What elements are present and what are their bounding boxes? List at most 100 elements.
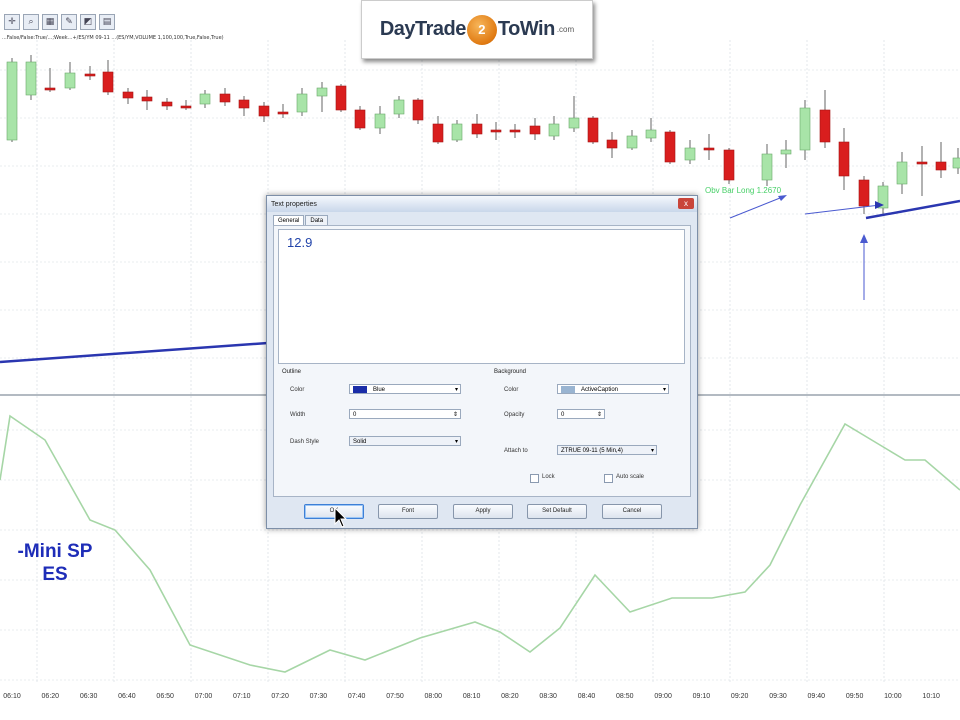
time-axis-tick: 09:00 xyxy=(654,693,672,700)
opacity-stepper[interactable]: 0 ⇕ xyxy=(557,409,605,419)
candle-down xyxy=(122,91,134,99)
candle-up xyxy=(761,153,773,181)
background-group-title: Background xyxy=(494,369,527,375)
candle-up xyxy=(374,113,386,129)
time-axis-tick: 07:10 xyxy=(233,693,251,700)
outline-color-label: Color xyxy=(290,387,305,393)
time-axis-tick: 07:20 xyxy=(271,693,289,700)
apply-button[interactable]: Apply xyxy=(453,504,513,519)
candle-down xyxy=(412,99,424,121)
candle-down xyxy=(606,139,618,149)
spinner-icon[interactable]: ⇕ xyxy=(453,410,458,420)
autoscale-checkbox[interactable] xyxy=(604,474,613,483)
dash-style-label: Dash Style xyxy=(290,439,320,445)
chevron-down-icon: ▾ xyxy=(662,387,666,393)
time-axis-tick: 08:20 xyxy=(501,693,519,700)
draw-icon[interactable]: ◩ xyxy=(80,14,96,30)
lock-label: Lock xyxy=(542,474,555,480)
outline-width-stepper[interactable]: 0 ⇕ xyxy=(349,409,461,419)
arrow-line-1 xyxy=(729,195,786,219)
candle-down xyxy=(141,96,153,102)
candle-down xyxy=(858,179,870,207)
autoscale-label: Auto scale xyxy=(616,474,645,480)
grid-icon[interactable]: ▦ xyxy=(42,14,58,30)
candle-down xyxy=(432,123,444,143)
candle-up xyxy=(64,72,76,89)
text-properties-dialog: Text properties x General Data 12.9 Outl… xyxy=(266,195,698,529)
signal-annotation[interactable]: Obv Bar Long 1.2670 xyxy=(705,186,781,195)
candle-down xyxy=(703,147,715,151)
trend-line-left xyxy=(0,341,269,364)
mouse-cursor-icon xyxy=(334,507,348,528)
chevron-down-icon: ▾ xyxy=(454,439,458,445)
spinner-icon[interactable]: ⇕ xyxy=(597,410,602,420)
chevron-down-icon: ▾ xyxy=(454,387,458,393)
outline-group-title: Outline xyxy=(282,369,302,375)
time-axis-tick: 08:10 xyxy=(462,693,481,700)
candle-down xyxy=(238,99,250,109)
candle-down xyxy=(471,123,483,135)
candle-up xyxy=(952,157,960,169)
crosshair-icon[interactable]: ✛ xyxy=(4,14,20,30)
dash-style-select[interactable]: Solid ▾ xyxy=(349,436,461,446)
candle-up xyxy=(25,61,37,96)
candle-up xyxy=(451,123,463,141)
background-color-label: Color xyxy=(504,387,519,393)
candle-up xyxy=(799,107,811,151)
chart-parameters: ...False/False:True/...;Week...+/ES/YM 0… xyxy=(2,35,224,41)
outline-color-select[interactable]: Blue ▾ xyxy=(349,384,461,394)
close-button[interactable]: x xyxy=(678,198,694,209)
zoom-icon[interactable]: ⌕ xyxy=(23,14,39,30)
candle-up xyxy=(6,61,18,141)
time-axis-tick: 07:00 xyxy=(194,693,213,700)
edit-icon[interactable]: ✎ xyxy=(61,14,77,30)
text-input[interactable]: 12.9 xyxy=(278,229,685,364)
candle-down xyxy=(587,117,599,143)
candle-up xyxy=(316,87,328,97)
font-button[interactable]: Font xyxy=(378,504,438,519)
candle-up xyxy=(780,149,792,155)
lock-checkbox[interactable] xyxy=(530,474,539,483)
time-axis-tick: 09:20 xyxy=(730,693,749,700)
time-axis: 06:10 06:20 06:30 06:40 06:50 07:00 07:10 07:20… xyxy=(0,682,960,720)
background-color-select[interactable]: ActiveCaption ▾ xyxy=(557,384,669,394)
properties-icon[interactable]: ▤ xyxy=(99,14,115,30)
time-axis-tick: 10:00 xyxy=(884,693,902,700)
candle-down xyxy=(102,71,114,93)
time-axis-tick: 06:30 xyxy=(79,693,98,700)
candle-down xyxy=(335,85,347,111)
cancel-button[interactable]: Cancel xyxy=(602,504,662,519)
attach-to-select[interactable]: ZTRUE 09-11 (5 Min,4) ▾ xyxy=(557,445,657,455)
arrow-head-up xyxy=(860,234,868,243)
time-axis-tick: 09:40 xyxy=(807,693,826,700)
opacity-label: Opacity xyxy=(504,412,525,418)
time-axis-tick: 09:50 xyxy=(845,693,864,700)
set-default-button[interactable]: Set Default xyxy=(527,504,587,519)
chart-toolbar: ✛ ⌕ ▦ ✎ ◩ ▤ xyxy=(0,12,134,32)
candle-up xyxy=(896,161,908,185)
candle-down xyxy=(354,109,366,129)
time-axis-tick: 07:50 xyxy=(386,693,404,700)
time-axis-tick: 06:10 xyxy=(3,693,21,700)
candle-up xyxy=(393,99,405,115)
logo-badge-icon: 2 xyxy=(466,14,497,45)
attach-to-label: Attach to xyxy=(504,448,528,454)
candle-down xyxy=(180,105,192,109)
candle-down xyxy=(219,93,231,103)
candle-up xyxy=(684,147,696,161)
candle-up xyxy=(626,135,638,149)
outline-width-label: Width xyxy=(290,412,306,418)
dialog-titlebar[interactable]: Text properties xyxy=(267,196,697,212)
time-axis-tick: 08:50 xyxy=(616,693,634,700)
candle-up xyxy=(645,129,657,139)
time-axis-tick: 06:20 xyxy=(41,693,60,700)
time-axis-tick: 10:10 xyxy=(922,693,940,700)
candle-down xyxy=(84,73,96,77)
candle-down xyxy=(490,129,502,133)
time-axis-tick: 07:40 xyxy=(347,693,366,700)
dialog-body: 12.9 Outline Color Blue ▾ Width 0 ⇕ Dash… xyxy=(273,225,691,497)
arrow-head-1 xyxy=(778,195,787,201)
candle-down xyxy=(916,161,928,165)
daytradetowin-logo: DayTrade 2 ToWin .com xyxy=(361,0,593,59)
time-axis-tick: 09:10 xyxy=(692,693,711,700)
